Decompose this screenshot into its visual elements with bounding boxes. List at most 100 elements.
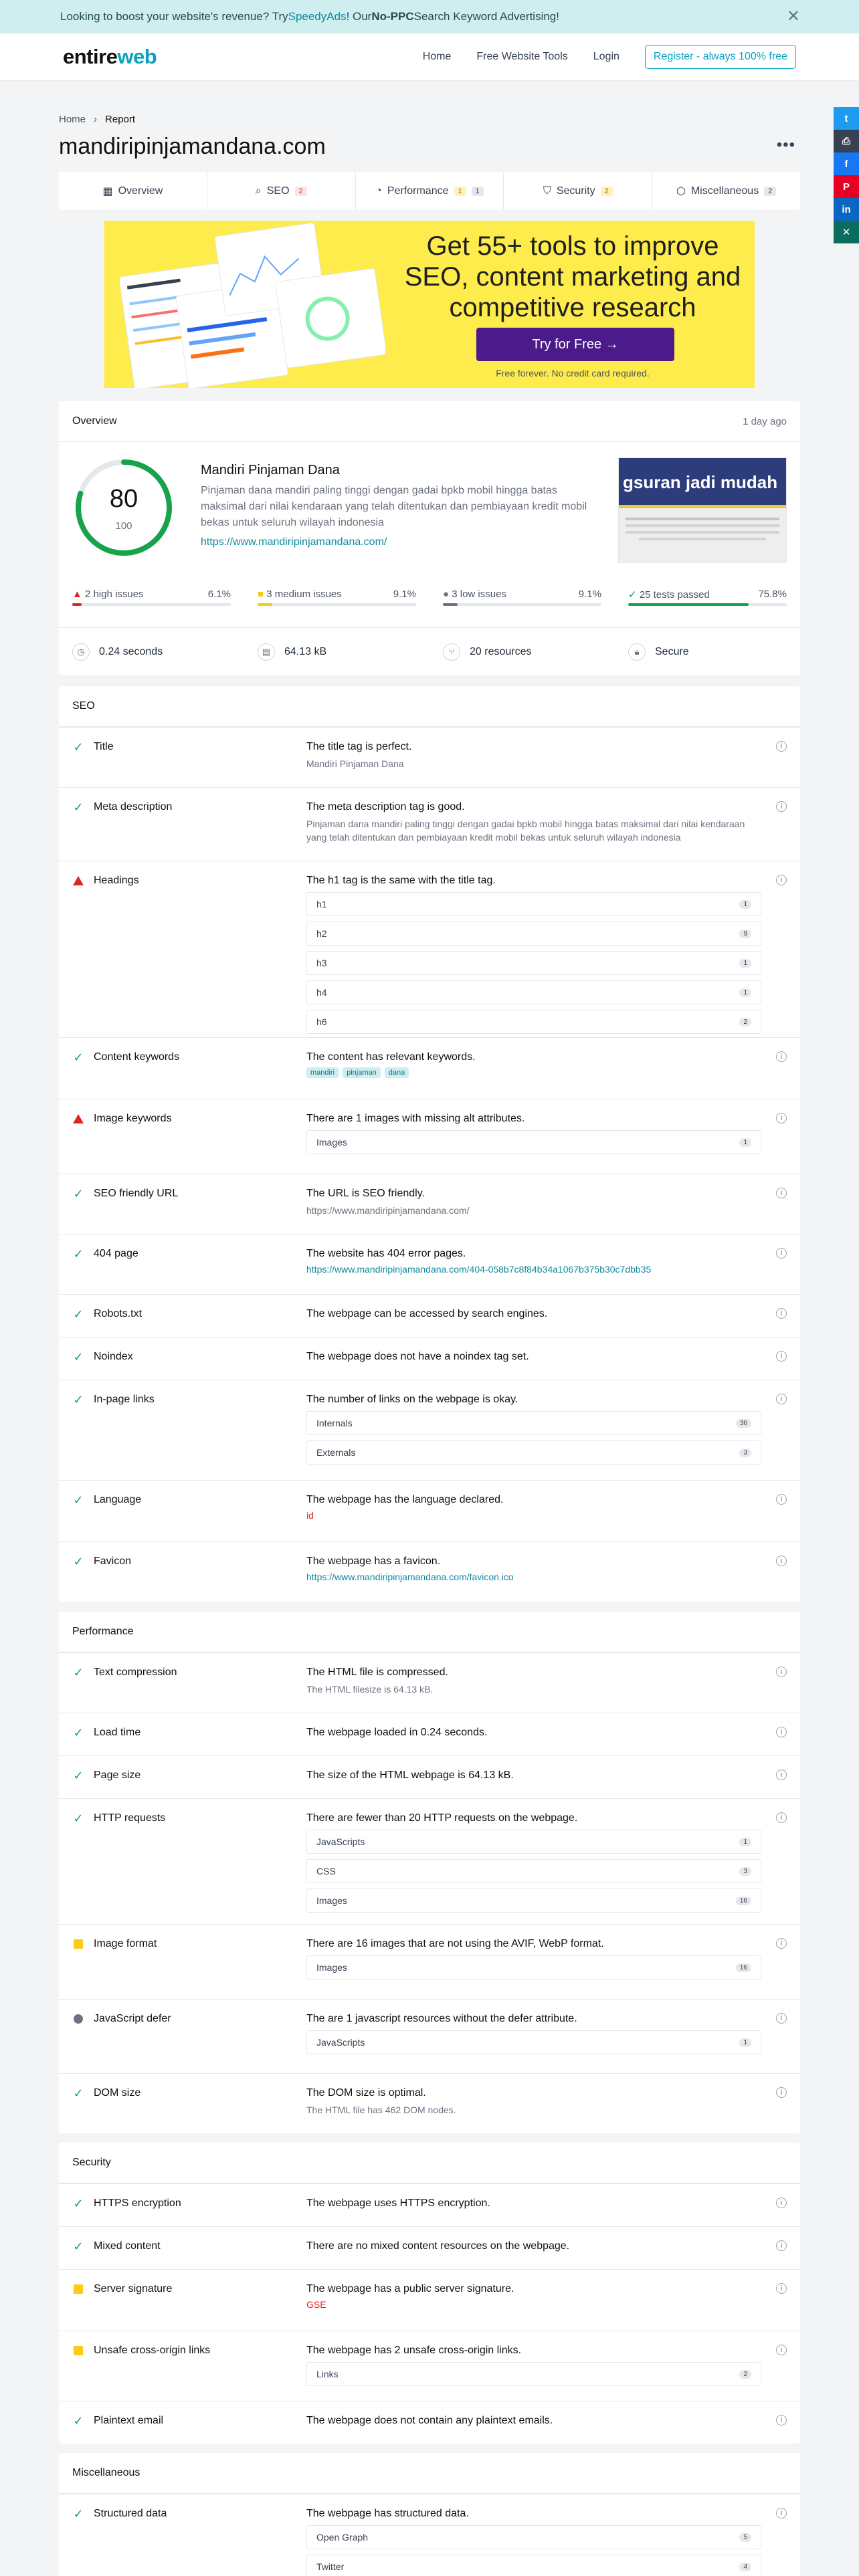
heading-row[interactable]: h3 1 [306,951,761,975]
check-name: Meta description [94,801,173,813]
detail-row[interactable]: Twitter 4 [306,2555,761,2576]
check-icon: ✓ [73,2507,84,2520]
info-icon[interactable]: i [776,2345,787,2355]
report-tabs: ▦ Overview ⌕ SEO 2 ◔ Performance 1 1 ⛉ Security… [59,172,800,210]
heading-tag: h3 [316,958,327,968]
check-name: Noindex [94,1351,133,1362]
detail-row[interactable]: CSS 3 [306,1859,761,1883]
heading-row[interactable]: h1 1 [306,892,761,916]
detail-row[interactable]: Internals 36 [306,1411,761,1435]
info-icon[interactable]: i [776,1769,787,1780]
tab-overview[interactable]: ▦ Overview [59,172,207,210]
tab-security[interactable]: ⛉ Security 2 [504,172,653,210]
share-sidebar: t ⎙ f P in ✕ [834,107,859,243]
tab-miscellaneous[interactable]: ⬡ Miscellaneous 2 [652,172,800,210]
check-icon: ✓ [73,800,84,814]
circle-icon [72,2013,84,2027]
check-icon: ✓ [73,1812,84,1825]
xing-icon[interactable]: ✕ [834,221,859,243]
info-icon[interactable]: i [776,801,787,812]
info-icon[interactable]: i [776,1351,787,1362]
info-icon[interactable]: i [776,2283,787,2294]
check-icon: ✓ [73,1247,84,1261]
info-icon[interactable]: i [776,1051,787,1062]
info-icon[interactable]: i [776,2013,787,2024]
more-options-icon[interactable]: ••• [777,136,795,154]
check-icon: ✓ [73,1187,84,1200]
info-icon[interactable]: i [776,1727,787,1737]
print-icon[interactable]: ⎙ [834,130,859,152]
tab-label: Security [556,185,595,197]
detail-row[interactable]: Externals 3 [306,1440,761,1465]
detail-row[interactable]: Open Graph 5 [306,2525,761,2549]
info-icon[interactable]: i [776,1188,787,1198]
try-free-button[interactable]: Try for Free → [476,328,674,361]
heading-count: 1 [739,899,751,909]
info-icon[interactable]: i [776,1812,787,1823]
info-icon[interactable]: i [776,2508,787,2518]
check-headings: Headings The h1 tag is the same with the… [59,861,800,1037]
breadcrumb-home[interactable]: Home [59,114,86,125]
info-icon[interactable]: i [776,1555,787,1566]
info-icon[interactable]: i [776,2415,787,2426]
overview-icon: ▦ [102,185,113,197]
check-icon: ✓ [73,1769,84,1782]
info-icon[interactable]: i [776,1667,787,1677]
info-icon[interactable]: i [776,741,787,752]
info-icon[interactable]: i [776,1113,787,1123]
pinterest-icon[interactable]: P [834,175,859,198]
detail-row[interactable]: Images 16 [306,1889,761,1913]
nav-home[interactable]: Home [423,51,452,63]
info-icon[interactable]: i [776,1394,787,1404]
promo-note: Free forever. No credit card required. [496,368,650,379]
check-name: Mixed content [94,2240,161,2252]
register-button[interactable]: Register - always 100% free [644,45,796,69]
nav-login[interactable]: Login [593,51,619,63]
info-icon[interactable]: i [776,1938,787,1949]
detail-row[interactable]: Images 1 [306,1130,761,1154]
info-load-time: ◷ 0.24 seconds [59,643,244,661]
detail-row[interactable]: JavaScripts 1 [306,2030,761,2054]
promo-ad[interactable]: Get 55+ tools to improve SEO, content ma… [104,221,755,388]
info-icon[interactable]: i [776,2197,787,2208]
site-url[interactable]: https://www.mandiripinjamandana.com/ [201,536,387,548]
nav-free-tools[interactable]: Free Website Tools [476,51,567,63]
detail-row[interactable]: Images 16 [306,1955,761,1979]
linkedin-icon[interactable]: in [834,198,859,221]
detail-row[interactable]: JavaScripts 1 [306,1830,761,1854]
close-icon[interactable]: ✕ [787,7,800,26]
heading-row[interactable]: h2 9 [306,922,761,946]
clock-icon: ◷ [72,643,90,661]
404-link[interactable]: https://www.mandiripinjamandana.com/404-… [306,1264,761,1275]
heading-row[interactable]: h6 2 [306,1010,761,1034]
info-icon[interactable]: i [776,1308,787,1319]
info-label: 0.24 seconds [99,645,163,657]
tab-performance[interactable]: ◔ Performance 1 1 [356,172,504,210]
check-load-time: ✓ Load time The webpage loaded in 0.24 s… [59,1713,800,1755]
check-result: There are 16 images that are not using t… [306,1938,604,1949]
check-https: ✓ HTTPS encryption The webpage uses HTTP… [59,2183,800,2226]
check-name: Structured data [94,2508,167,2519]
stat-label: 25 tests passed [639,589,710,601]
speedyads-link[interactable]: SpeedyAds [288,10,347,23]
check-result: The webpage has 2 unsafe cross-origin li… [306,2345,522,2356]
check-text-compression: ✓ Text compression The HTML file is comp… [59,1652,800,1713]
info-icon[interactable]: i [776,1494,787,1505]
info-icon[interactable]: i [776,875,787,885]
heading-row[interactable]: h4 1 [306,980,761,1004]
info-icon[interactable]: i [776,1248,787,1259]
detail-label: Images [316,1895,347,1906]
info-icon[interactable]: i [776,2240,787,2251]
tab-seo[interactable]: ⌕ SEO 2 [207,172,356,210]
check-icon: ✓ [73,2197,84,2210]
logo[interactable]: entireweb [63,45,157,69]
favicon-link[interactable]: https://www.mandiripinjamandana.com/favi… [306,1572,761,1582]
detail-row[interactable]: Links 2 [306,2362,761,2386]
info-resources: ⑂ 20 resources [430,643,615,661]
top-nav: entireweb Home Free Website Tools Login … [0,33,859,80]
facebook-icon[interactable]: f [834,152,859,175]
stat-high: ▲ 2 high issues 6.1% [59,588,244,615]
heading-tag: h1 [316,899,327,909]
info-icon[interactable]: i [776,2087,787,2098]
twitter-icon[interactable]: t [834,107,859,130]
